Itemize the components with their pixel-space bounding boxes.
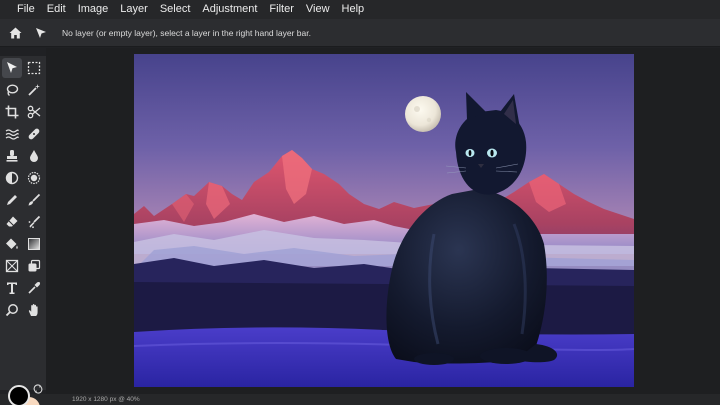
menu-image[interactable]: Image bbox=[72, 0, 115, 19]
paint-bucket-tool[interactable] bbox=[2, 234, 22, 254]
zoom-icon bbox=[5, 304, 18, 317]
brush-icon bbox=[28, 193, 41, 206]
drop-blur-icon bbox=[30, 150, 38, 162]
current-tool-indicator bbox=[28, 19, 54, 47]
scissors-tool[interactable] bbox=[24, 102, 44, 122]
layers-icon bbox=[28, 259, 41, 272]
hand-tool[interactable] bbox=[24, 300, 44, 320]
crop-icon bbox=[5, 105, 19, 119]
smudge-icon bbox=[28, 215, 41, 229]
marquee-tool[interactable] bbox=[24, 58, 44, 78]
toolbox bbox=[0, 56, 46, 405]
swap-colors-icon[interactable] bbox=[33, 384, 43, 394]
sponge-tool[interactable] bbox=[24, 168, 44, 188]
eyedropper-tool[interactable] bbox=[24, 278, 44, 298]
gradient-tool[interactable] bbox=[24, 234, 44, 254]
crop-tool[interactable] bbox=[2, 102, 22, 122]
layers-tool[interactable] bbox=[24, 256, 44, 276]
gradient-icon bbox=[28, 238, 40, 250]
status-bar: 1920 x 1280 px @ 40% bbox=[0, 394, 720, 405]
sponge-icon bbox=[27, 171, 41, 185]
hand-icon bbox=[28, 304, 38, 316]
shape-tool[interactable] bbox=[2, 256, 22, 276]
menu-layer[interactable]: Layer bbox=[114, 0, 154, 19]
text-tool[interactable] bbox=[2, 278, 22, 298]
foreground-color-swatch[interactable] bbox=[8, 385, 30, 405]
lasso-tool[interactable] bbox=[2, 80, 22, 100]
liquify-icon bbox=[5, 129, 19, 140]
text-tool-icon bbox=[7, 282, 17, 294]
lasso-icon bbox=[6, 84, 19, 97]
eraser-icon bbox=[6, 216, 18, 227]
move-tool-icon bbox=[7, 62, 17, 73]
blur-tool[interactable] bbox=[24, 146, 44, 166]
dodge-burn-tool[interactable] bbox=[2, 168, 22, 188]
marquee-select-icon bbox=[27, 61, 41, 75]
home-button[interactable] bbox=[2, 19, 28, 47]
menu-filter[interactable]: Filter bbox=[263, 0, 299, 19]
pencil-tool[interactable] bbox=[2, 190, 22, 210]
magic-wand-tool[interactable] bbox=[24, 80, 44, 100]
layer-hint-message: No layer (or empty layer), select a laye… bbox=[62, 27, 311, 38]
scissors-icon bbox=[27, 105, 41, 119]
menu-edit[interactable]: Edit bbox=[41, 0, 72, 19]
menu-adjustment[interactable]: Adjustment bbox=[196, 0, 263, 19]
clone-stamp-icon bbox=[6, 150, 18, 162]
menu-select[interactable]: Select bbox=[154, 0, 197, 19]
pointer-arrow-icon bbox=[36, 27, 46, 38]
menu-help[interactable]: Help bbox=[336, 0, 371, 19]
menu-bar: File Edit Image Layer Select Adjustment … bbox=[0, 0, 720, 19]
options-bar: No layer (or empty layer), select a laye… bbox=[0, 19, 720, 47]
smudge-tool[interactable] bbox=[24, 212, 44, 232]
pencil-icon bbox=[7, 195, 17, 205]
menu-view[interactable]: View bbox=[300, 0, 336, 19]
eraser-tool[interactable] bbox=[2, 212, 22, 232]
eyedropper-icon bbox=[28, 281, 41, 294]
dodge-burn-icon bbox=[5, 171, 19, 185]
liquify-tool[interactable] bbox=[2, 124, 22, 144]
magic-wand-icon bbox=[28, 84, 40, 96]
workspace[interactable] bbox=[46, 48, 720, 394]
healing-bandage-icon bbox=[28, 128, 40, 140]
move-tool[interactable] bbox=[2, 58, 22, 78]
clone-stamp-tool[interactable] bbox=[2, 146, 22, 166]
brush-tool[interactable] bbox=[24, 190, 44, 210]
home-icon bbox=[9, 27, 21, 38]
canvas-artwork bbox=[134, 54, 634, 387]
image-canvas[interactable] bbox=[134, 54, 634, 387]
menu-file[interactable]: File bbox=[11, 0, 41, 19]
zoom-tool[interactable] bbox=[2, 300, 22, 320]
shape-icon bbox=[5, 259, 19, 273]
image-size-zoom-readout: 1920 x 1280 px @ 40% bbox=[72, 396, 140, 403]
healing-tool[interactable] bbox=[24, 124, 44, 144]
paint-bucket-icon bbox=[6, 238, 18, 249]
